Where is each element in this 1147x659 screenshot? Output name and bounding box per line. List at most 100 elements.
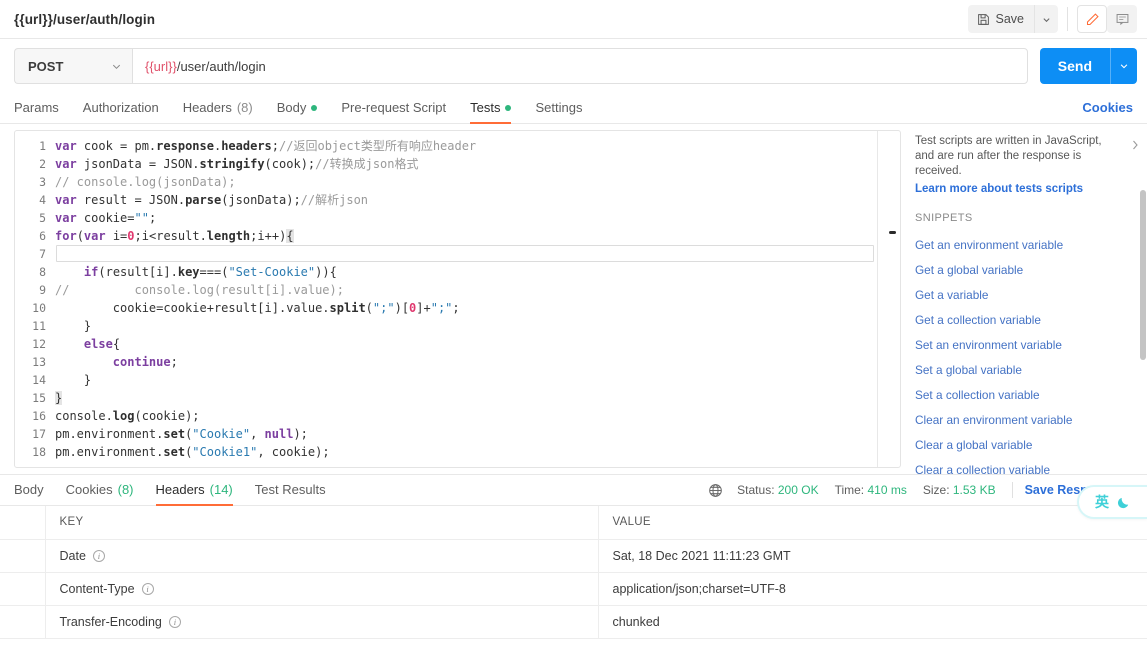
tab-label: Test Results — [254, 482, 326, 497]
table-spacer-cell — [0, 572, 46, 606]
code-line: 6 for(var i=0;i<result.length;i++){ — [15, 227, 900, 245]
line-text: if(result[i].key===("Set-Cookie")){ — [83, 265, 337, 279]
status-meta: Status: 200 OK — [737, 483, 818, 497]
code-line: 18 pm.environment.set("Cookie1", cookie)… — [15, 443, 900, 461]
snippet-item[interactable]: Get a global variable — [915, 258, 1133, 283]
chevron-right-icon[interactable] — [1130, 138, 1141, 152]
line-number: 8 — [39, 265, 46, 279]
code-content: 1 var cook = pm.response.headers;//返回obj… — [15, 131, 900, 461]
info-icon[interactable]: i — [168, 615, 181, 628]
tab-tests[interactable]: Tests — [470, 100, 512, 124]
comment-button[interactable] — [1107, 5, 1137, 33]
info-icon[interactable]: i — [141, 582, 154, 595]
tab-params[interactable]: Params — [14, 100, 59, 123]
save-button-label: Save — [995, 12, 1025, 26]
tab-pre-request-script[interactable]: Pre-request Script — [341, 100, 446, 123]
code-editor[interactable]: 1 var cook = pm.response.headers;//返回obj… — [14, 130, 901, 468]
tab-label: Tests — [470, 100, 501, 115]
tab-authorization[interactable]: Authorization — [83, 100, 159, 123]
chevron-down-icon — [1042, 15, 1051, 24]
code-line: 9 // console.log(result[i].value); — [15, 281, 900, 299]
scrollbar-thumb[interactable] — [889, 231, 896, 234]
code-line: 1 var cook = pm.response.headers;//返回obj… — [15, 137, 900, 155]
table-row[interactable]: Transfer-Encoding i chunked — [0, 605, 1147, 639]
snippets-scrollbar[interactable] — [1140, 190, 1146, 474]
tab-label: Params — [14, 100, 59, 115]
header-key-text: Transfer-Encoding — [59, 614, 162, 629]
snippet-item[interactable]: Clear a collection variable — [915, 458, 1133, 474]
chevron-down-icon — [1119, 61, 1129, 71]
line-number: 6 — [39, 229, 46, 243]
response-tab-test-results[interactable]: Test Results — [255, 482, 326, 505]
snippet-item[interactable]: Get a collection variable — [915, 308, 1133, 333]
tab-label: Headers — [155, 482, 205, 497]
line-text: var jsonData = JSON.stringify(cook);//转换… — [55, 157, 419, 171]
line-number: 1 — [39, 139, 46, 153]
code-line: 4 var result = JSON.parse(jsonData);//解析… — [15, 191, 900, 209]
top-bar: {{url}}/user/auth/login Save — [0, 0, 1147, 39]
snippet-item[interactable]: Get a variable — [915, 283, 1133, 308]
line-number: 4 — [39, 193, 46, 207]
ime-language-indicator[interactable]: 英 — [1079, 487, 1147, 517]
line-number: 12 — [32, 337, 46, 351]
code-line-active: 7 — [15, 245, 900, 263]
globe-icon[interactable] — [708, 483, 723, 498]
line-number: 9 — [39, 283, 46, 297]
line-text: } — [55, 391, 63, 405]
snippet-item[interactable]: Get an environment variable — [915, 233, 1133, 258]
learn-more-link[interactable]: Learn more about tests scripts — [915, 183, 1133, 195]
snippet-item[interactable]: Set an environment variable — [915, 333, 1133, 358]
send-button[interactable]: Send — [1040, 48, 1110, 84]
status-value: 200 OK — [777, 483, 819, 497]
response-tab-cookies[interactable]: Cookies (8) — [66, 482, 134, 505]
http-method-value: POST — [28, 58, 64, 74]
edit-request-button[interactable] — [1077, 5, 1107, 33]
tab-headers[interactable]: Headers (8) — [183, 100, 253, 123]
tab-label: Body — [276, 100, 307, 115]
scrollbar-thumb[interactable] — [1140, 190, 1146, 360]
code-line: 2 var jsonData = JSON.stringify(cook);//… — [15, 155, 900, 173]
line-number: 17 — [32, 427, 46, 441]
snippet-item[interactable]: Clear a global variable — [915, 433, 1133, 458]
status-label: Status: — [737, 483, 775, 497]
table-row[interactable]: Content-Type i application/json;charset=… — [0, 572, 1147, 606]
line-text: else{ — [83, 337, 121, 351]
response-headers-table: KEY VALUE Date i Sat, 18 Dec 2021 11:11:… — [0, 506, 1147, 639]
size-meta: Size: 1.53 KB — [923, 483, 996, 497]
tests-script-area: 1 var cook = pm.response.headers;//返回obj… — [0, 124, 1147, 517]
info-icon[interactable]: i — [92, 549, 105, 562]
send-options-button[interactable] — [1110, 48, 1137, 84]
line-text: var cookie=""; — [55, 211, 157, 225]
line-number: 5 — [39, 211, 46, 225]
response-tab-body[interactable]: Body — [14, 482, 44, 505]
table-header-row: KEY VALUE — [0, 506, 1147, 540]
request-title: {{url}}/user/auth/login — [14, 11, 156, 27]
response-tab-headers[interactable]: Headers (14) — [155, 482, 234, 506]
snippet-item[interactable]: Set a collection variable — [915, 383, 1133, 408]
url-input[interactable]: {{url}}/user/auth/login — [132, 48, 1028, 84]
cookies-link[interactable]: Cookies — [1082, 100, 1133, 123]
snippet-item[interactable]: Set a global variable — [915, 358, 1133, 383]
tab-count: (8) — [117, 482, 134, 497]
line-text: var cook = pm.response.headers;//返回objec… — [55, 139, 477, 153]
header-key-text: Content-Type — [59, 581, 135, 596]
url-variable: {{url}} — [145, 58, 177, 74]
tab-settings[interactable]: Settings — [535, 100, 582, 123]
table-row[interactable]: Date i Sat, 18 Dec 2021 11:11:23 GMT — [0, 539, 1147, 573]
url-path: /user/auth/login — [176, 58, 266, 74]
tab-body[interactable]: Body — [277, 100, 318, 123]
snippet-item[interactable]: Clear an environment variable — [915, 408, 1133, 433]
tab-label: Cookies — [65, 482, 113, 497]
save-button[interactable]: Save — [968, 5, 1035, 33]
line-text: continue; — [112, 355, 178, 369]
line-text: for(var i=0;i<result.length;i++){ — [55, 229, 294, 243]
http-method-select[interactable]: POST — [14, 48, 132, 84]
line-text: } — [55, 373, 92, 387]
modified-dot-icon — [505, 104, 512, 111]
line-text: // console.log(result[i].value); — [55, 283, 344, 297]
tab-count: (14) — [209, 482, 233, 497]
table-spacer-cell — [0, 506, 46, 540]
snippets-description: Test scripts are written in JavaScript, … — [915, 135, 1102, 177]
save-options-button[interactable] — [1034, 5, 1058, 33]
editor-vertical-scrollbar[interactable] — [889, 131, 896, 467]
